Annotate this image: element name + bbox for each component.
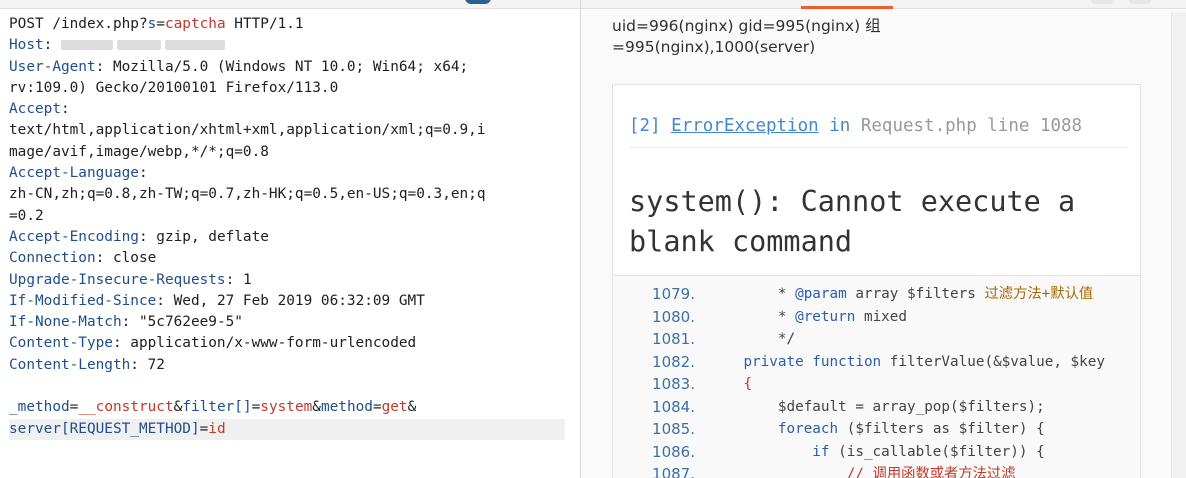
code-line: 1083. { — [613, 373, 1140, 396]
header-accept-language: Accept-Language: — [9, 165, 148, 182]
line-number: 1084. — [652, 397, 695, 416]
header-continuation: zh-CN,zh;q=0.8,zh-TW;q=0.7,zh-HK;q=0.5,e… — [9, 186, 486, 203]
header-content-length: Content-Length: 72 — [9, 356, 165, 373]
toolbar-button[interactable] — [1091, 0, 1113, 4]
exception-location: Request.php line 1088 — [860, 116, 1083, 136]
response-toolbar — [581, 0, 1186, 9]
request-body-line-2: server[REQUEST_METHOD]=id — [9, 418, 565, 440]
code-line: 1085. foreach ($filters as $filter) { — [613, 418, 1140, 441]
header-accept: Accept: — [9, 101, 70, 118]
line-number: 1080. — [652, 307, 695, 326]
request-text[interactable]: POST /index.php?s=captcha HTTP/1.1 Host:… — [9, 14, 569, 440]
active-tab-indicator — [801, 6, 893, 9]
command-output: uid=996(nginx) gid=995(nginx) 组=995(ngin… — [612, 17, 881, 56]
line-number: 1086. — [652, 442, 695, 461]
code-line: 1079. * @param array $filters 过滤方法+默认值 — [613, 283, 1140, 306]
header-continuation: rv:109.0) Gecko/20100101 Firefox/113.0 — [9, 79, 339, 96]
exception-type-link[interactable]: ErrorException — [671, 116, 819, 136]
source-code-excerpt: 1079. * @param array $filters 过滤方法+默认值 1… — [613, 275, 1140, 478]
header-user-agent: User-Agent: Mozilla/5.0 (Windows NT 10.0… — [9, 58, 469, 75]
header-accept-encoding: Accept-Encoding: gzip, deflate — [9, 228, 269, 245]
request-line: POST /index.php?s=captcha HTTP/1.1 — [9, 16, 304, 32]
line-number: 1081. — [652, 330, 695, 348]
code-line: 1081. */ — [613, 328, 1140, 351]
code-text: // 调用函数或者方法过滤 — [846, 466, 1016, 478]
line-number: 1083. — [652, 375, 695, 393]
exception-message: system(): Cannot execute a blank command — [629, 185, 1076, 258]
exception-panel: [2] ErrorException in Request.php line 1… — [612, 84, 1141, 478]
header-continuation: =0.2 — [9, 207, 44, 224]
code-line: 1087. // 调用函数或者方法过滤 — [613, 463, 1140, 478]
line-number: 1085. — [652, 420, 695, 438]
code-line: 1080. * @return mixed — [613, 306, 1140, 329]
header-continuation: mage/avif,image/webp,*/*;q=0.8 — [9, 143, 269, 160]
exception-in: in — [829, 116, 851, 136]
header-content-type: Content-Type: application/x-www-form-url… — [9, 335, 417, 352]
line-number: 1087. — [652, 465, 695, 478]
code-text: * @return mixed — [777, 308, 908, 325]
request-toolbar — [0, 0, 580, 9]
request-editor[interactable]: POST /index.php?s=captcha HTTP/1.1 Host:… — [0, 0, 581, 478]
code-text: * @param array $filters 过滤方法+默认值 — [777, 286, 1094, 302]
header-continuation: text/html,application/xhtml+xml,applicat… — [9, 122, 486, 139]
header-host: Host: — [9, 37, 229, 53]
code-text: */ — [777, 331, 796, 347]
code-line: 1084. $default = array_pop($filters); — [613, 396, 1140, 419]
header-if-modified-since: If-Modified-Since: Wed, 27 Feb 2019 06:3… — [9, 292, 425, 309]
line-number: 1082. — [652, 352, 695, 371]
code-line: 1082. private function filterValue(&$val… — [613, 351, 1140, 374]
toolbar-button[interactable] — [465, 0, 491, 4]
header-if-none-match: If-None-Match: "5c762ee9-5" — [9, 314, 243, 331]
code-text: private function filterValue(&$value, $k… — [743, 353, 1105, 370]
code-text: { — [743, 376, 753, 392]
response-scrollbar[interactable] — [1171, 12, 1186, 478]
line-number: 1079. — [652, 285, 695, 303]
code-line: 1086. if (is_callable($filter)) { — [613, 441, 1140, 464]
exception-index: [2] — [629, 116, 661, 136]
redacted-host — [60, 40, 113, 51]
response-render-view[interactable]: uid=996(nginx) gid=995(nginx) 组=995(ngin… — [581, 0, 1186, 478]
toolbar-button[interactable] — [1129, 0, 1151, 4]
header-connection: Connection: close — [9, 250, 157, 267]
exception-header: [2] ErrorException in Request.php line 1… — [629, 115, 1127, 148]
request-body-line-1: _method=__construct&filter[]=system&meth… — [9, 399, 417, 416]
header-upgrade-insecure-requests: Upgrade-Insecure-Requests: 1 — [9, 271, 252, 288]
code-text: $default = array_pop($filters); — [777, 398, 1045, 415]
code-text: if (is_callable($filter)) { — [812, 443, 1045, 460]
code-text: foreach ($filters as $filter) { — [777, 421, 1045, 437]
